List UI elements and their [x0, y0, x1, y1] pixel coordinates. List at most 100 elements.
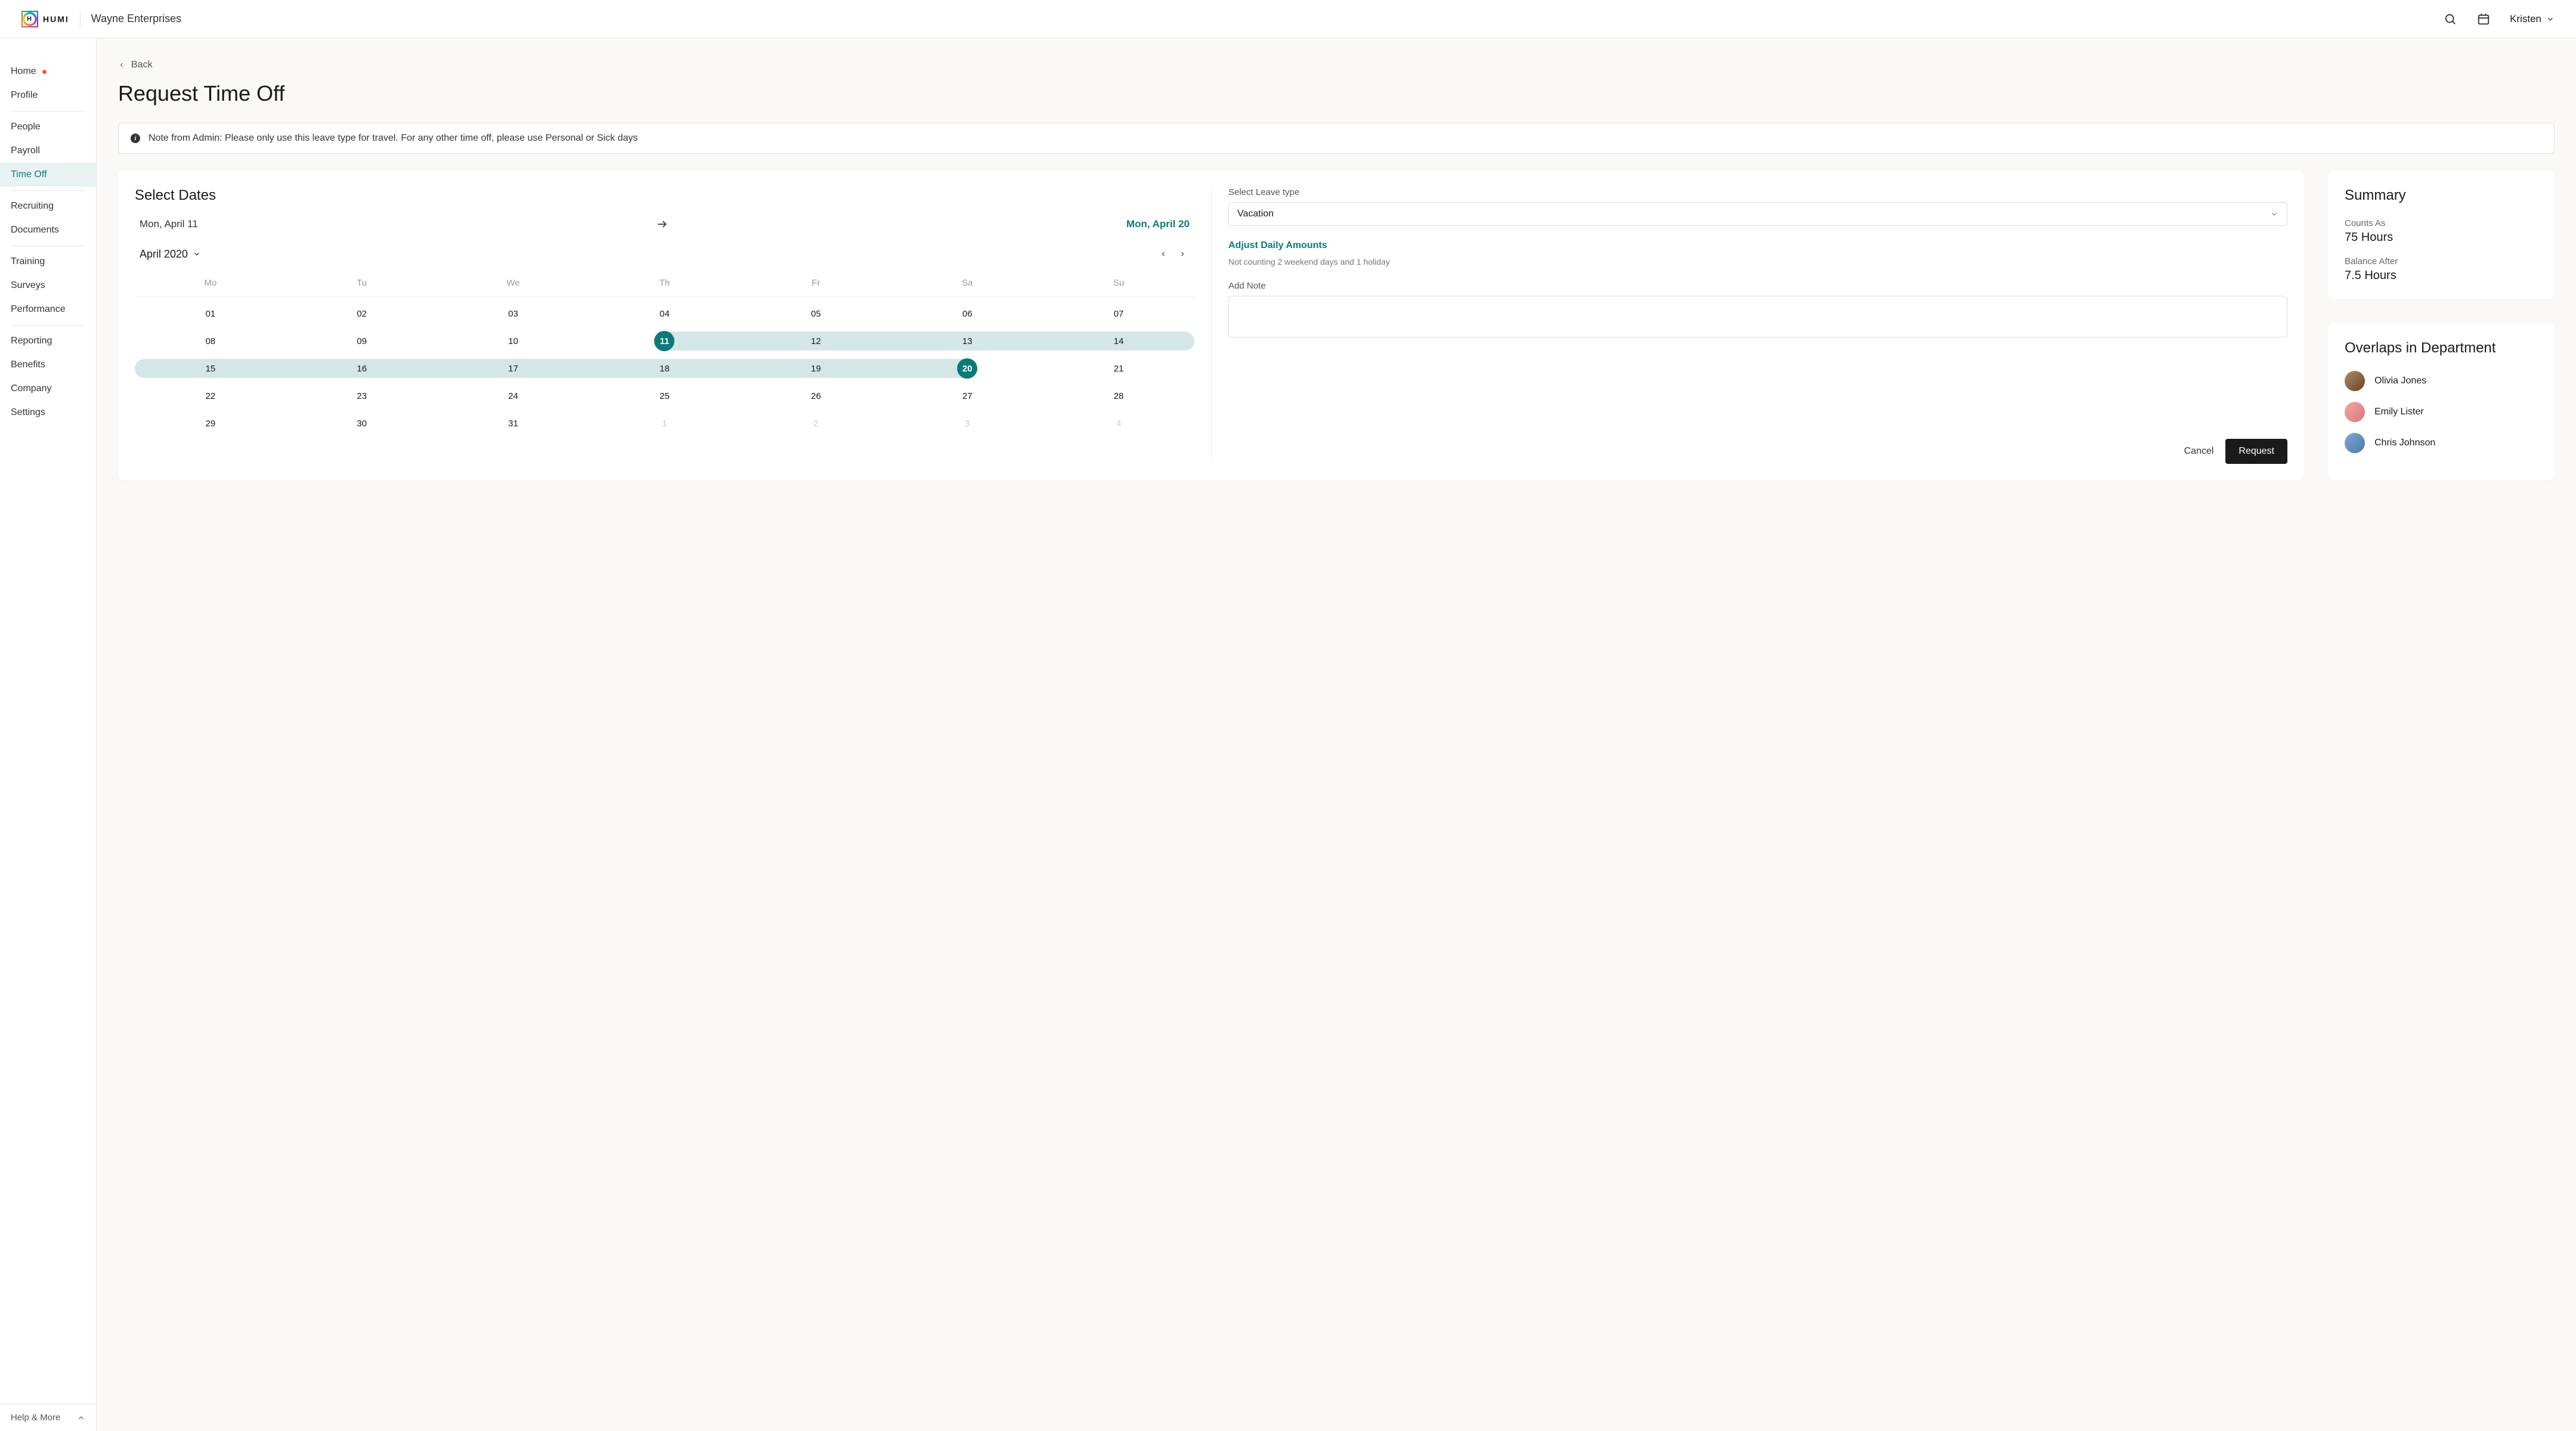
calendar-day[interactable]: 01	[200, 303, 221, 324]
sidebar-item-label: Company	[11, 383, 51, 394]
calendar-day[interactable]: 09	[352, 331, 372, 351]
calendar-day[interactable]: 1	[654, 413, 674, 433]
note-textarea[interactable]	[1228, 296, 2287, 337]
topbar-left: H HUMI Wayne Enterprises	[21, 11, 181, 27]
chevron-down-icon	[2270, 210, 2278, 218]
calendar-day[interactable]: 24	[503, 386, 524, 406]
chevron-left-icon	[1160, 250, 1167, 258]
date-to[interactable]: Mon, April 20	[1126, 218, 1190, 230]
calendar-cell: 31	[438, 413, 589, 434]
overlap-person[interactable]: Olivia Jones	[2345, 371, 2538, 391]
calendar-day[interactable]: 03	[503, 303, 524, 324]
sidebar-item-payroll[interactable]: Payroll	[0, 139, 96, 163]
calendar-cell: 27	[891, 385, 1043, 407]
sidebar-item-label: Surveys	[11, 280, 45, 291]
calendar-cell: 24	[438, 385, 589, 407]
calendar-day[interactable]: 23	[352, 386, 372, 406]
calendar-day[interactable]: 27	[957, 386, 977, 406]
calendar-day[interactable]: 17	[503, 358, 524, 379]
calendar-icon[interactable]	[2476, 12, 2491, 26]
calendar-day[interactable]: 10	[503, 331, 524, 351]
overlap-person[interactable]: Emily Lister	[2345, 402, 2538, 422]
calendar-day[interactable]: 02	[352, 303, 372, 324]
next-month-button[interactable]	[1175, 247, 1190, 261]
calendar-day[interactable]: 4	[1109, 413, 1129, 433]
calendar-day[interactable]: 06	[957, 303, 977, 324]
logo[interactable]: H HUMI	[21, 11, 69, 27]
calendar-day[interactable]: 20	[957, 358, 977, 379]
calendar-day[interactable]: 31	[503, 413, 524, 433]
calendar-cell: 01	[135, 303, 286, 324]
request-button[interactable]: Request	[2225, 439, 2287, 464]
summary-card: Summary Counts As 75 Hours Balance After…	[2328, 171, 2555, 299]
chevron-right-icon	[1179, 250, 1186, 258]
leave-type-label: Select Leave type	[1228, 187, 2287, 197]
overlap-person[interactable]: Chris Johnson	[2345, 433, 2538, 453]
sidebar-item-profile[interactable]: Profile	[0, 83, 96, 107]
leave-type-select[interactable]: Vacation	[1228, 202, 2287, 226]
chevron-left-icon	[118, 61, 125, 69]
sidebar-item-training[interactable]: Training	[0, 250, 96, 274]
search-icon[interactable]	[2443, 12, 2457, 26]
sidebar-item-home[interactable]: Home	[0, 60, 96, 83]
calendar-cell: 22	[135, 385, 286, 407]
adjust-daily-amounts-link[interactable]: Adjust Daily Amounts	[1228, 240, 2287, 251]
calendar-day[interactable]: 08	[200, 331, 221, 351]
calendar-cell: 19	[740, 358, 891, 379]
calendar-day[interactable]: 13	[957, 331, 977, 351]
date-from[interactable]: Mon, April 11	[140, 218, 198, 230]
calendar-cell: 07	[1043, 303, 1194, 324]
sidebar-item-company[interactable]: Company	[0, 377, 96, 401]
calendar-day[interactable]: 22	[200, 386, 221, 406]
sidebar-item-reporting[interactable]: Reporting	[0, 329, 96, 353]
cancel-button[interactable]: Cancel	[2184, 446, 2214, 457]
avatar	[2345, 402, 2365, 422]
calendar-day[interactable]: 3	[957, 413, 977, 433]
calendar-cell: 14	[1043, 330, 1194, 352]
calendar-day[interactable]: 25	[654, 386, 674, 406]
calendar-cell: 06	[891, 303, 1043, 324]
help-more-button[interactable]: Help & More	[0, 1404, 96, 1431]
notification-dot-icon	[42, 70, 47, 74]
sidebar: HomeProfile PeoplePayrollTime Off Recruiti…	[0, 38, 97, 1431]
back-link[interactable]: Back	[118, 60, 153, 70]
calendar-day[interactable]: 29	[200, 413, 221, 433]
calendar-day[interactable]: 30	[352, 413, 372, 433]
user-menu[interactable]: Kristen	[2510, 13, 2555, 25]
calendar-day[interactable]: 15	[200, 358, 221, 379]
sidebar-item-surveys[interactable]: Surveys	[0, 274, 96, 298]
overlap-person-name: Chris Johnson	[2374, 438, 2435, 448]
calendar-day[interactable]: 16	[352, 358, 372, 379]
sidebar-item-label: Documents	[11, 225, 59, 236]
sidebar-item-performance[interactable]: Performance	[0, 298, 96, 321]
calendar-day[interactable]: 2	[806, 413, 826, 433]
chevron-down-icon	[193, 250, 201, 258]
calendar-cell: 11	[589, 330, 741, 352]
calendar-cell: 08	[135, 330, 286, 352]
calendar-grid: MoTuWeThFrSaSu01020304050607080910111213…	[135, 273, 1194, 434]
calendar-day[interactable]: 26	[806, 386, 826, 406]
sidebar-item-recruiting[interactable]: Recruiting	[0, 194, 96, 218]
select-dates-title: Select Dates	[135, 187, 1194, 204]
sidebar-item-people[interactable]: People	[0, 115, 96, 139]
sidebar-item-time-off[interactable]: Time Off	[0, 163, 96, 187]
calendar-day[interactable]: 14	[1109, 331, 1129, 351]
calendar-day[interactable]: 28	[1109, 386, 1129, 406]
calendar-day[interactable]: 04	[654, 303, 674, 324]
logo-mark-icon: H	[21, 11, 38, 27]
calendar-day[interactable]: 21	[1109, 358, 1129, 379]
sidebar-item-label: Reporting	[11, 336, 52, 346]
calendar-dow: Tu	[286, 273, 438, 297]
sidebar-item-documents[interactable]: Documents	[0, 218, 96, 242]
sidebar-item-benefits[interactable]: Benefits	[0, 353, 96, 377]
overlaps-title: Overlaps in Department	[2345, 340, 2538, 357]
calendar-day[interactable]: 05	[806, 303, 826, 324]
calendar-cell: 10	[438, 330, 589, 352]
prev-month-button[interactable]	[1156, 247, 1171, 261]
form-section: Select Leave type Vacation Adjust Daily …	[1211, 187, 2287, 464]
avatar	[2345, 371, 2365, 391]
sidebar-item-settings[interactable]: Settings	[0, 401, 96, 425]
month-select[interactable]: April 2020	[140, 248, 201, 261]
calendar-day[interactable]: 07	[1109, 303, 1129, 324]
topbar-right: Kristen	[2443, 12, 2555, 26]
